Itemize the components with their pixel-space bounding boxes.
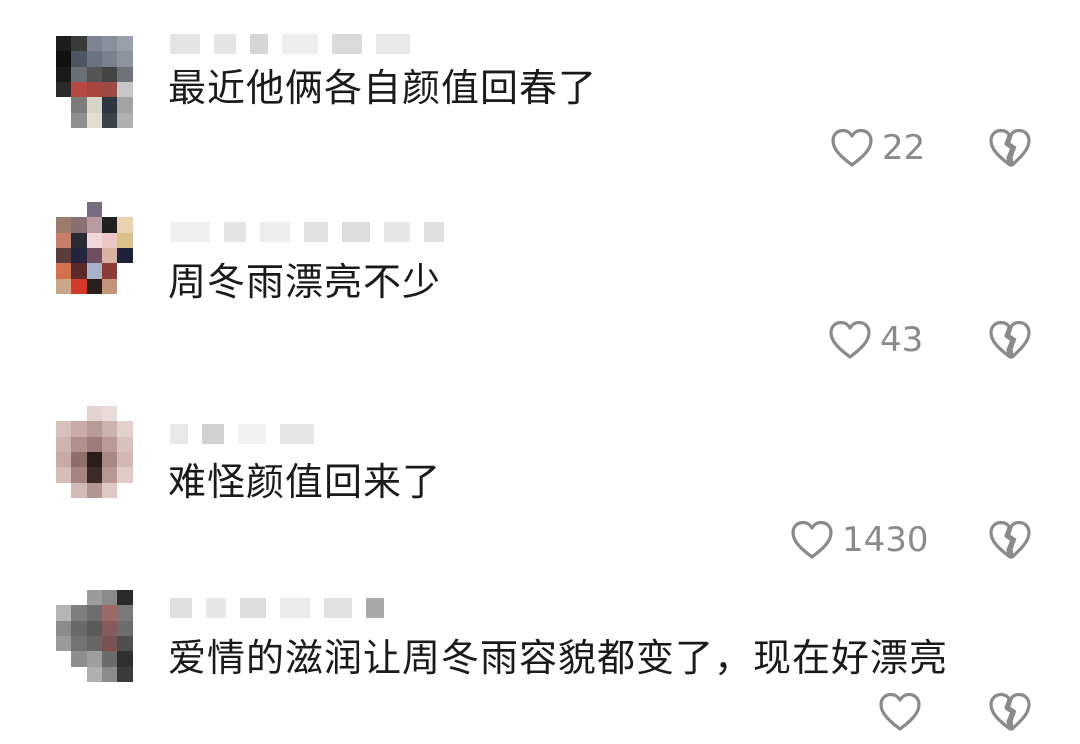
comment-item: 最近他俩各自颜值回春了 22 [0, 0, 1080, 190]
heart-outline-icon [791, 520, 833, 559]
broken-heart-icon [989, 128, 1031, 167]
comment-text: 周冬雨漂亮不少 [168, 260, 442, 304]
comment-text: 爱情的滋润让周冬雨容貌都变了，现在好漂亮 [168, 636, 949, 680]
broken-heart-icon [989, 692, 1031, 731]
comment-item: 周冬雨漂亮不少 43 [0, 190, 1080, 380]
dislike-button[interactable] [988, 520, 1032, 560]
comment-item: 难怪颜值回来了 1430 [0, 380, 1080, 570]
heart-outline-icon [829, 320, 871, 359]
heart-outline-icon [879, 692, 921, 731]
like-button[interactable]: 43 [828, 320, 923, 360]
avatar[interactable] [56, 202, 148, 294]
avatar[interactable] [56, 36, 148, 128]
comment-item: 爱情的滋润让周冬雨容貌都变了，现在好漂亮 [0, 570, 1080, 744]
username-blurred[interactable] [170, 30, 410, 58]
username-blurred[interactable] [170, 218, 444, 246]
dislike-button[interactable] [988, 320, 1032, 360]
like-button[interactable]: 22 [830, 128, 925, 168]
dislike-button[interactable] [988, 692, 1032, 732]
avatar[interactable] [56, 406, 148, 498]
username-blurred[interactable] [170, 594, 384, 622]
like-button[interactable]: 1430 [790, 520, 929, 560]
avatar[interactable] [56, 590, 148, 682]
dislike-button[interactable] [988, 128, 1032, 168]
broken-heart-icon [989, 320, 1031, 359]
like-count: 43 [880, 320, 924, 360]
username-blurred[interactable] [170, 420, 314, 448]
like-count: 22 [882, 128, 926, 168]
comment-text: 难怪颜值回来了 [168, 460, 442, 504]
heart-outline-icon [831, 128, 873, 167]
like-button[interactable] [878, 692, 930, 732]
like-count: 1430 [842, 520, 929, 560]
broken-heart-icon [989, 520, 1031, 559]
comment-text: 最近他俩各自颜值回春了 [168, 66, 598, 110]
